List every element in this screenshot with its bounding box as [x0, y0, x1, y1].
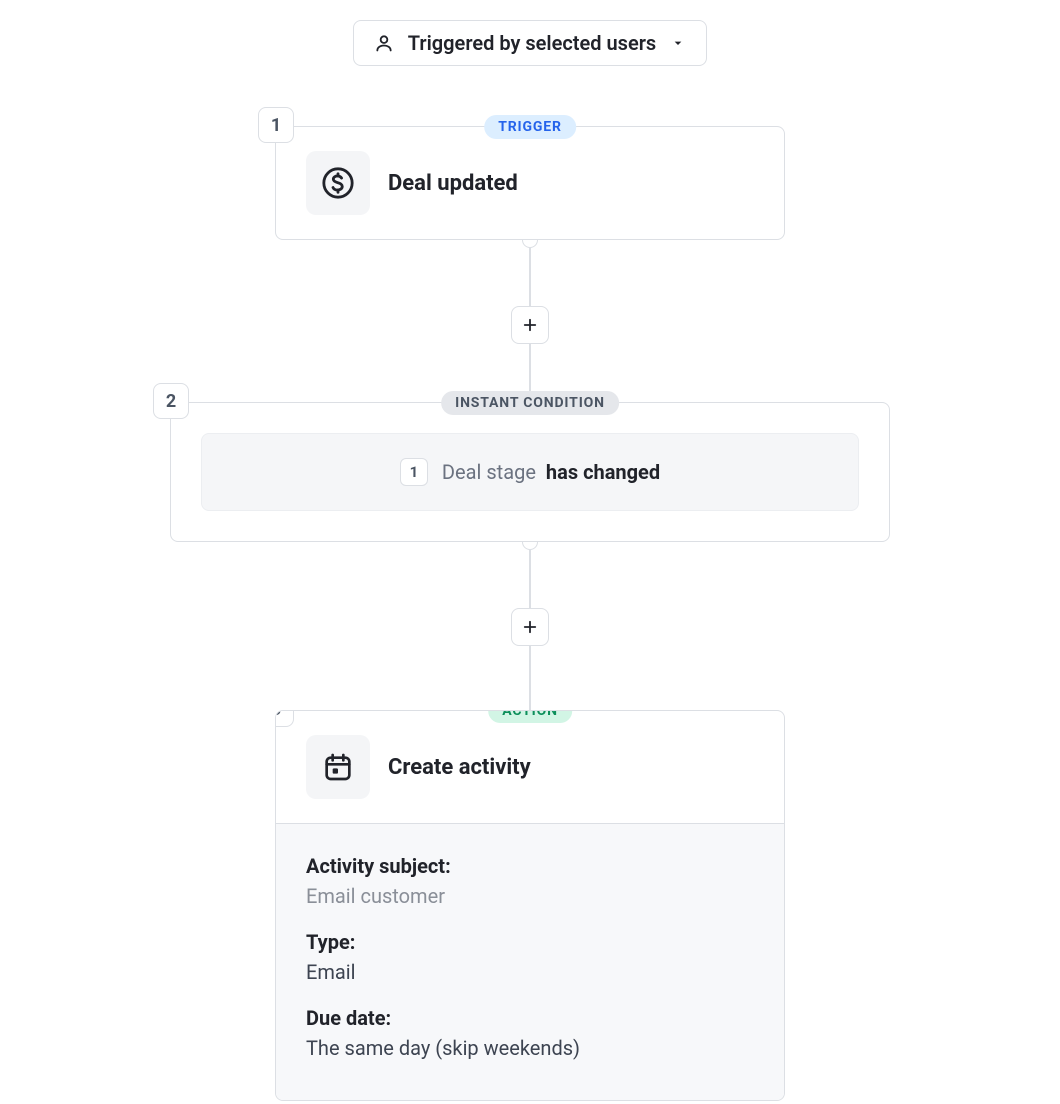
activity-type-label: Type: — [306, 930, 754, 954]
condition-rule-number: 1 — [400, 458, 428, 486]
condition-rule[interactable]: 1 Deal stage has changed — [201, 433, 859, 511]
action-details: Activity subject: Email customer Type: E… — [276, 823, 784, 1100]
add-step-button[interactable] — [511, 306, 549, 344]
condition-operator: has changed — [546, 460, 660, 484]
trigger-title: Deal updated — [388, 171, 518, 196]
condition-field: Deal stage — [442, 460, 536, 484]
action-card[interactable]: 3 ACTION Create activity Activity subjec… — [275, 710, 785, 1101]
activity-type-value: Email — [306, 960, 754, 984]
activity-subject-label: Activity subject: — [306, 854, 754, 878]
action-pill: ACTION — [488, 710, 572, 723]
add-step-button[interactable] — [511, 608, 549, 646]
trigger-users-dropdown[interactable]: Triggered by selected users — [353, 20, 707, 66]
deal-icon — [306, 151, 370, 215]
activity-due-label: Due date: — [306, 1006, 754, 1030]
calendar-icon — [306, 735, 370, 799]
step-number-badge: 3 — [275, 710, 294, 727]
condition-card[interactable]: 2 INSTANT CONDITION 1 Deal stage has cha… — [170, 402, 890, 542]
user-icon — [374, 33, 394, 53]
trigger-users-label: Triggered by selected users — [408, 31, 656, 55]
step-number-badge: 1 — [258, 107, 294, 143]
connector — [511, 240, 549, 402]
chevron-down-icon — [670, 35, 686, 51]
trigger-card[interactable]: 1 TRIGGER Deal updated — [275, 126, 785, 240]
condition-pill: INSTANT CONDITION — [441, 391, 619, 415]
connector — [511, 542, 549, 710]
step-number-badge: 2 — [153, 383, 189, 419]
activity-subject-value: Email customer — [306, 884, 754, 908]
activity-due-value: The same day (skip weekends) — [306, 1036, 754, 1060]
action-title: Create activity — [388, 755, 531, 780]
trigger-pill: TRIGGER — [484, 115, 576, 139]
